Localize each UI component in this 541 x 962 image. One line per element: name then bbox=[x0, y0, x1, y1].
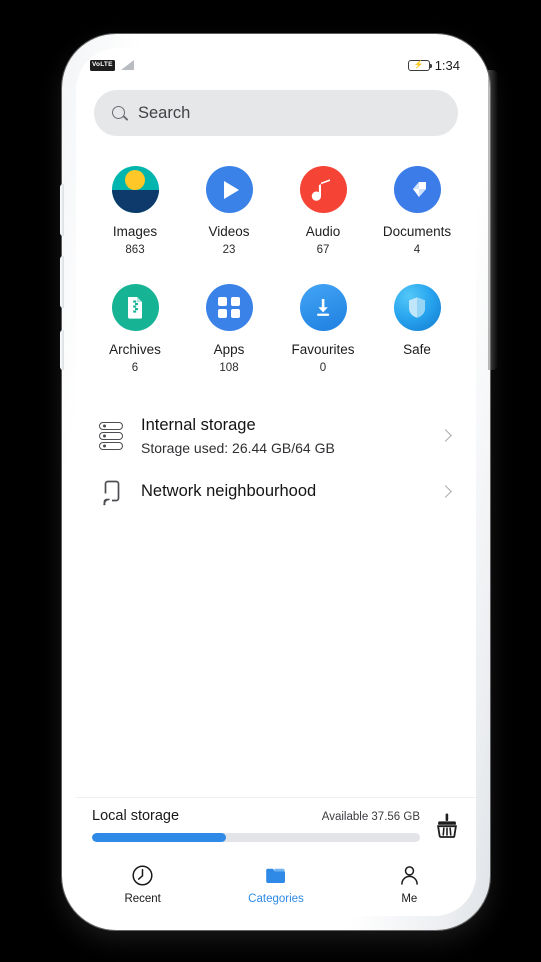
signal-bars-icon bbox=[120, 60, 134, 70]
volte-icon: VoLTE bbox=[90, 59, 115, 71]
search-container: Search bbox=[76, 82, 476, 150]
status-bar-left: VoLTE bbox=[90, 59, 134, 71]
category-archives[interactable]: Archives 6 bbox=[88, 274, 182, 392]
status-bar: VoLTE ⚡ 1:34 bbox=[76, 48, 476, 82]
local-storage-panel: Local storage Available 37.56 GB bbox=[76, 797, 476, 854]
broom-clean-icon[interactable] bbox=[434, 811, 460, 839]
category-label: Apps bbox=[213, 341, 245, 357]
chevron-right-icon bbox=[439, 485, 452, 499]
category-apps[interactable]: Apps 108 bbox=[182, 274, 276, 392]
images-icon bbox=[111, 166, 159, 213]
local-storage-progress-fill bbox=[92, 833, 227, 842]
category-count: 23 bbox=[222, 244, 236, 257]
download-icon bbox=[299, 283, 347, 331]
local-storage-header: Local storage Available 37.56 GB bbox=[92, 808, 420, 824]
apps-grid-icon bbox=[205, 283, 253, 331]
music-note-icon bbox=[299, 166, 347, 213]
local-storage-label: Local storage bbox=[92, 808, 180, 824]
category-label: Documents bbox=[382, 224, 452, 239]
category-grid: Images 863 Videos 23 Audio 67 Documents … bbox=[76, 150, 476, 392]
category-count: 863 bbox=[125, 244, 145, 257]
chevron-right-icon bbox=[439, 429, 452, 443]
nav-label: Categories bbox=[248, 892, 304, 905]
clock-icon bbox=[131, 864, 154, 887]
battery-charging-icon: ⚡ bbox=[407, 59, 433, 71]
category-row-1: Images 863 Videos 23 Audio 67 Documents … bbox=[88, 156, 464, 274]
search-input[interactable]: Search bbox=[138, 104, 190, 123]
category-label: Images bbox=[112, 224, 158, 239]
disk-stack-icon bbox=[96, 420, 126, 452]
category-row-2: Archives 6 Apps 108 Favourites 0 Safe bbox=[88, 274, 464, 392]
category-count: 4 bbox=[413, 244, 421, 257]
category-label: Audio bbox=[305, 224, 341, 239]
internal-storage-text: Internal storage Storage used: 26.44 GB/… bbox=[141, 416, 335, 456]
network-neighbourhood-title: Network neighbourhood bbox=[141, 482, 317, 501]
nav-label: Recent bbox=[124, 892, 161, 905]
internal-storage-title: Internal storage bbox=[141, 415, 256, 434]
nav-item-recent[interactable]: Recent bbox=[76, 854, 209, 914]
category-count: 6 bbox=[131, 362, 139, 375]
category-label: Archives bbox=[109, 341, 161, 357]
phone-screen: VoLTE ⚡ 1:34 Search Images 863 Videos 23… bbox=[76, 48, 476, 916]
local-storage-main: Local storage Available 37.56 GB bbox=[92, 808, 420, 842]
bottom-navigation: Recent Categories Me bbox=[76, 854, 476, 916]
nav-item-categories[interactable]: Categories bbox=[209, 854, 342, 914]
power-button[interactable] bbox=[60, 330, 64, 370]
document-icon bbox=[393, 166, 441, 213]
category-audio[interactable]: Audio 67 bbox=[276, 156, 370, 274]
nav-item-me[interactable]: Me bbox=[343, 854, 476, 914]
category-count: 67 bbox=[316, 244, 330, 257]
shield-icon bbox=[393, 283, 441, 331]
internal-storage-row[interactable]: Internal storage Storage used: 26.44 GB/… bbox=[92, 408, 460, 464]
status-bar-right: ⚡ 1:34 bbox=[407, 57, 460, 73]
category-count: 108 bbox=[219, 362, 239, 375]
network-device-icon bbox=[96, 476, 126, 508]
status-clock: 1:34 bbox=[434, 57, 460, 73]
category-label: Videos bbox=[208, 224, 250, 239]
category-label: Favourites bbox=[291, 341, 355, 357]
category-count: 0 bbox=[319, 362, 327, 375]
local-storage-progress-track bbox=[92, 833, 420, 842]
category-documents[interactable]: Documents 4 bbox=[370, 156, 464, 274]
person-icon bbox=[398, 864, 421, 887]
category-safe[interactable]: Safe bbox=[370, 274, 464, 392]
category-images[interactable]: Images 863 bbox=[88, 156, 182, 274]
storage-list: Internal storage Storage used: 26.44 GB/… bbox=[76, 392, 476, 520]
folder-icon bbox=[264, 864, 287, 887]
volume-up-button[interactable] bbox=[60, 184, 64, 236]
video-play-icon bbox=[205, 166, 253, 213]
local-storage-available: Available 37.56 GB bbox=[321, 811, 420, 823]
zip-file-icon bbox=[111, 283, 159, 331]
nav-label: Me bbox=[401, 892, 418, 905]
phone-frame: VoLTE ⚡ 1:34 Search Images 863 Videos 23… bbox=[60, 34, 498, 930]
volume-down-button[interactable] bbox=[60, 256, 64, 308]
category-favourites[interactable]: Favourites 0 bbox=[276, 274, 370, 392]
category-label: Safe bbox=[403, 341, 431, 357]
internal-storage-subtitle: Storage used: 26.44 GB/64 GB bbox=[141, 439, 335, 456]
network-neighbourhood-row[interactable]: Network neighbourhood bbox=[92, 464, 460, 520]
search-bar[interactable]: Search bbox=[94, 90, 458, 136]
network-neighbourhood-text: Network neighbourhood bbox=[141, 482, 316, 501]
category-videos[interactable]: Videos 23 bbox=[182, 156, 276, 274]
search-icon bbox=[112, 105, 127, 121]
